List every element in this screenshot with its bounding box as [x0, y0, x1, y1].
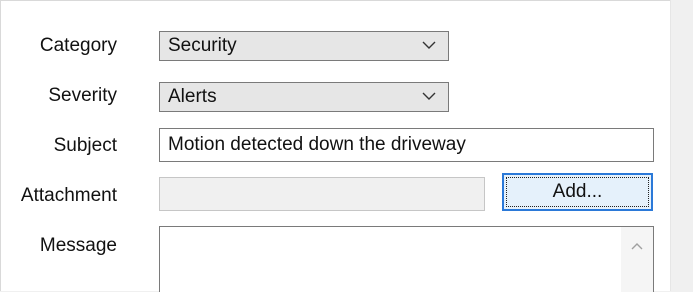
category-dropdown[interactable]: Security	[159, 31, 449, 61]
subject-value: Motion detected down the driveway	[168, 134, 466, 155]
severity-label: Severity	[48, 85, 117, 106]
chevron-down-icon[interactable]	[420, 87, 438, 105]
window-margin	[670, 0, 693, 291]
notification-form: Category Security Severity Alerts Subjec…	[0, 0, 670, 292]
add-attachment-button-label: Add...	[552, 181, 603, 202]
message-scrollbar[interactable]	[621, 227, 653, 292]
category-label: Category	[39, 35, 117, 56]
message-textarea[interactable]	[159, 226, 654, 292]
chevron-down-icon[interactable]	[420, 36, 438, 54]
subject-input[interactable]: Motion detected down the driveway	[159, 128, 654, 162]
attachment-input	[159, 177, 485, 211]
category-value: Security	[168, 35, 237, 56]
chevron-up-icon[interactable]	[629, 239, 645, 255]
severity-value: Alerts	[168, 86, 217, 107]
subject-label: Subject	[53, 135, 117, 156]
severity-dropdown[interactable]: Alerts	[159, 82, 449, 112]
add-attachment-button[interactable]: Add...	[502, 173, 653, 211]
attachment-label: Attachment	[20, 185, 117, 206]
message-label: Message	[39, 235, 117, 256]
